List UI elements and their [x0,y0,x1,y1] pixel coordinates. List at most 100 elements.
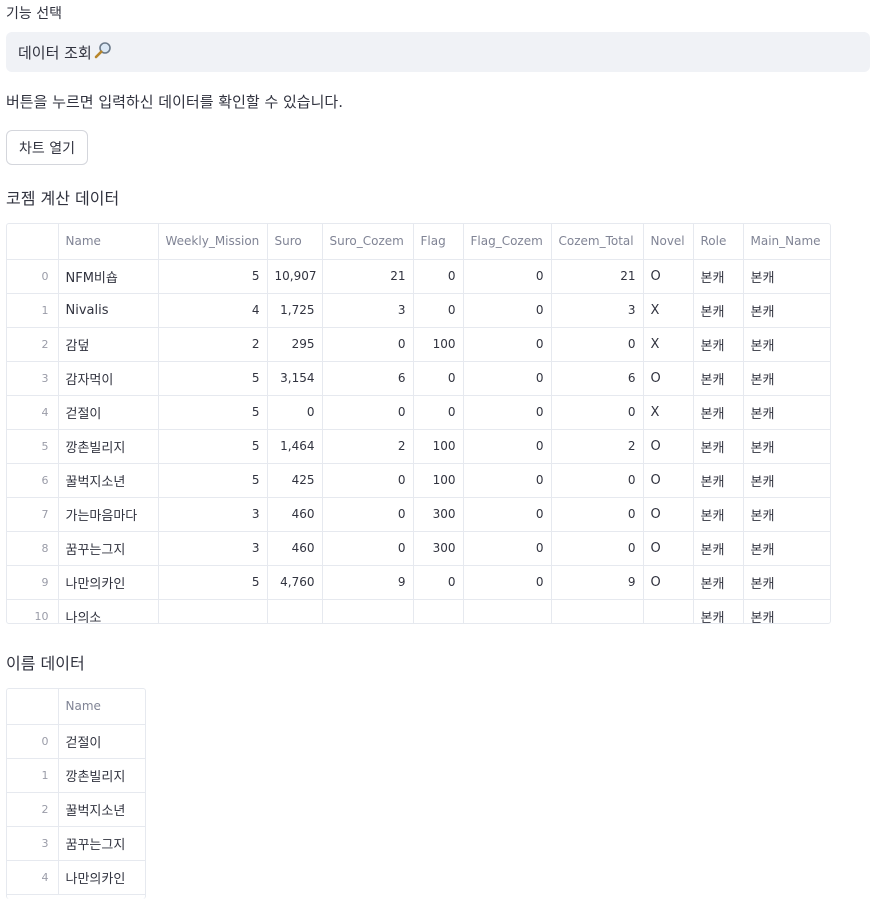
table-cell[interactable]: 295 [267,327,323,362]
index-header[interactable] [7,689,59,725]
column-header[interactable]: Cozem_Total [551,224,644,260]
table-cell[interactable]: 0 [551,395,644,430]
table-cell[interactable]: 본캐 [693,395,744,430]
column-header[interactable]: Name [58,224,159,260]
table-cell[interactable]: 0 [413,293,464,328]
row-index[interactable]: 4 [7,860,59,895]
table-cell[interactable] [643,599,694,623]
row-index[interactable]: 4 [7,395,59,430]
table-cell[interactable]: 0 [322,395,414,430]
table-cell[interactable]: 0 [413,361,464,396]
table-cell[interactable]: 0 [463,565,552,600]
column-header[interactable]: Flag_Cozem [463,224,552,260]
index-header[interactable] [7,224,59,260]
table-cell[interactable]: 꿈꾸는그지 [58,826,145,861]
row-index[interactable]: 0 [7,259,59,294]
table-cell[interactable]: 나의소 [58,599,159,623]
table-cell[interactable]: 본캐 [743,259,830,294]
table-cell[interactable]: 꿀벅지소년 [58,792,145,827]
table-cell[interactable]: 3 [322,293,414,328]
column-header[interactable]: Name [58,689,145,725]
table-cell[interactable]: 감덮 [58,327,159,362]
table-cell[interactable]: O [643,361,694,396]
table-cell[interactable]: 본캐 [693,429,744,464]
table-cell[interactable]: 0 [463,293,552,328]
row-index[interactable]: 10 [7,599,59,623]
table-cell[interactable]: 꿈꾸는그지 [58,531,159,566]
table-cell[interactable]: 3 [158,497,268,532]
row-index[interactable]: 1 [7,758,59,793]
table-cell[interactable]: O [643,463,694,498]
table-cell[interactable]: 0 [551,327,644,362]
table-cell[interactable]: 본캐 [693,531,744,566]
table-cell[interactable]: 5 [158,565,268,600]
table-cell[interactable]: 본캐 [743,531,830,566]
column-header[interactable]: Weekly_Mission [158,224,268,260]
table-cell[interactable]: 3 [158,531,268,566]
column-header[interactable]: Suro_Cozem [322,224,414,260]
table-cell[interactable]: O [643,565,694,600]
table-cell[interactable]: 0 [463,327,552,362]
table-cell[interactable]: O [643,531,694,566]
table-cell[interactable]: 4,760 [267,565,323,600]
table-cell[interactable]: 본캐 [743,565,830,600]
table-cell[interactable]: 1,464 [267,429,323,464]
table-cell[interactable]: 본캐 [693,497,744,532]
row-index[interactable]: 5 [7,429,59,464]
table-cell[interactable]: 4 [158,293,268,328]
table-cell[interactable]: 본캐 [693,565,744,600]
table-cell[interactable]: 본캐 [693,327,744,362]
open-chart-button[interactable]: 차트 열기 [6,130,88,165]
table-cell[interactable] [463,599,552,623]
table-cell[interactable]: 본캐 [743,361,830,396]
table-cell[interactable]: 0 [413,565,464,600]
table-cell[interactable]: 0 [322,327,414,362]
table-cell[interactable]: 2 [158,327,268,362]
row-index[interactable]: 3 [7,361,59,396]
table-cell[interactable]: 본캐 [693,361,744,396]
table-cell[interactable]: 0 [463,395,552,430]
table-cell[interactable]: 깡촌빌리지 [58,429,159,464]
row-index[interactable]: 8 [7,531,59,566]
row-index[interactable]: 3 [7,826,59,861]
table-cell[interactable]: 100 [413,463,464,498]
table-cell[interactable]: 5 [158,395,268,430]
table-cell[interactable]: 본캐 [743,497,830,532]
table-cell[interactable]: 감자먹이 [58,361,159,396]
table-cell[interactable]: 0 [413,395,464,430]
table-cell[interactable]: 0 [551,463,644,498]
table-cell[interactable]: 0 [322,463,414,498]
table-cell[interactable]: 9 [322,565,414,600]
table-cell[interactable]: 425 [267,463,323,498]
table-cell[interactable]: 0 [267,395,323,430]
table-cell[interactable]: 0 [463,463,552,498]
table-cell[interactable]: O [643,497,694,532]
table-cell[interactable]: 460 [267,531,323,566]
table-cell[interactable]: 2 [551,429,644,464]
table-cell[interactable]: 2 [322,429,414,464]
table-cell[interactable]: 0 [463,361,552,396]
table-cell[interactable]: 0 [322,531,414,566]
table-cell[interactable]: 3 [551,293,644,328]
table-cell[interactable]: 본캐 [743,429,830,464]
table-cell[interactable]: 3,154 [267,361,323,396]
table-cell[interactable]: 0 [463,259,552,294]
table-cell[interactable]: 6 [322,361,414,396]
table-cell[interactable]: 9 [551,565,644,600]
table-cell[interactable] [322,599,414,623]
table-cell[interactable]: O [643,259,694,294]
table-cell[interactable] [158,599,268,623]
row-index[interactable]: 1 [7,293,59,328]
table-cell[interactable] [413,599,464,623]
table-cell[interactable]: 460 [267,497,323,532]
table-cell[interactable]: 0 [463,497,552,532]
table-cell[interactable]: 21 [551,259,644,294]
column-header[interactable]: Flag [413,224,464,260]
table-cell[interactable]: 6 [551,361,644,396]
table-cell[interactable]: 0 [413,259,464,294]
table-cell[interactable]: 본캐 [693,293,744,328]
row-index[interactable]: 9 [7,565,59,600]
table-cell[interactable]: X [643,293,694,328]
table-cell[interactable]: 300 [413,531,464,566]
row-index[interactable]: 2 [7,792,59,827]
